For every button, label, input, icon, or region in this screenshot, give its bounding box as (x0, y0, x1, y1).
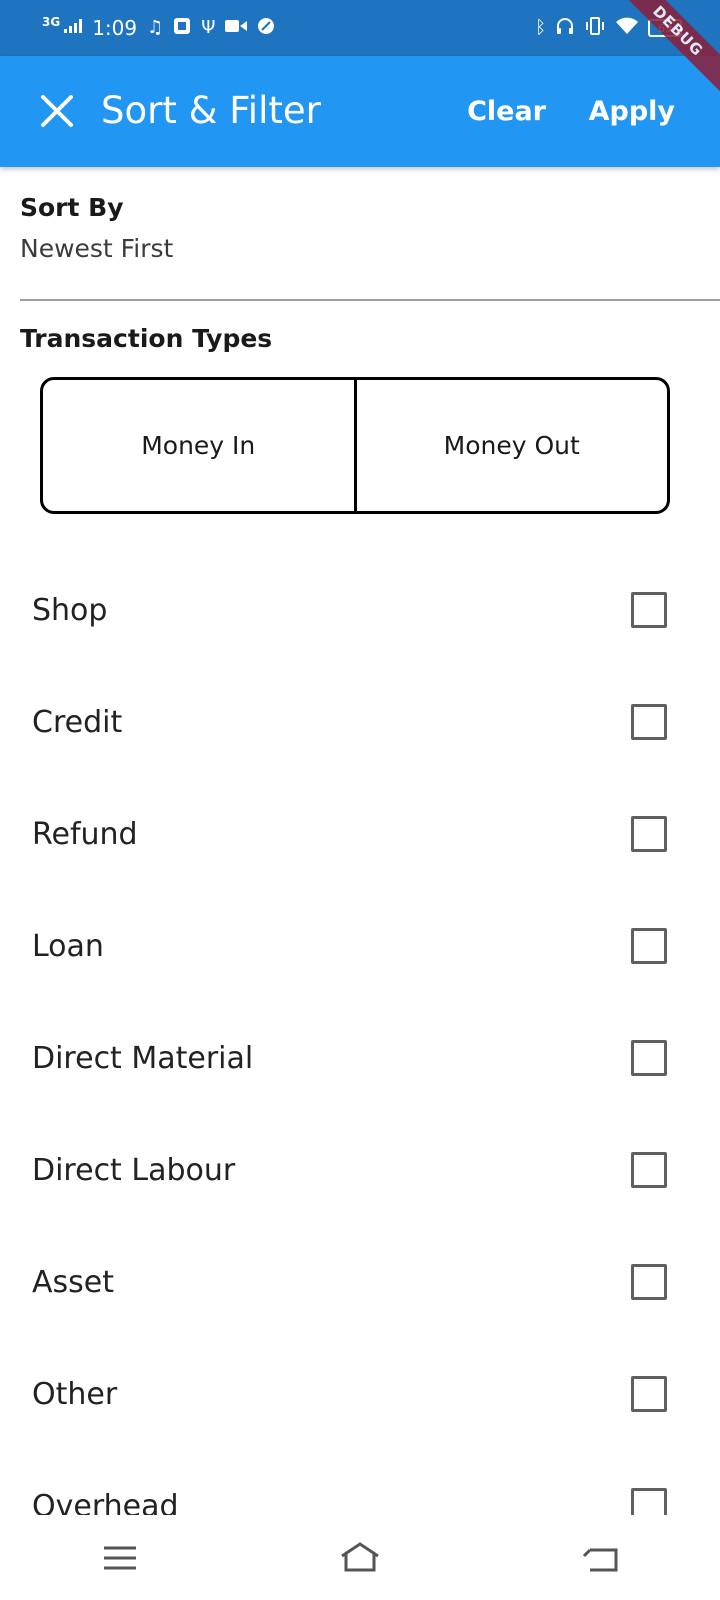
category-label: Credit (32, 705, 123, 740)
category-label: Other (32, 1377, 118, 1412)
status-left: 3G 1:09 ♫ Ψ (42, 15, 275, 40)
leaf-icon (257, 17, 275, 39)
headphones-icon (556, 17, 574, 39)
category-label: Shop (32, 593, 108, 628)
category-row-credit[interactable]: Credit (0, 667, 720, 779)
category-label: Asset (32, 1265, 115, 1300)
money-out-toggle[interactable]: Money Out (353, 380, 668, 511)
money-in-toggle[interactable]: Money In (43, 380, 354, 511)
category-row-other[interactable]: Other (0, 1339, 720, 1451)
home-icon[interactable] (336, 1538, 384, 1578)
category-label: Refund (32, 817, 138, 852)
category-row-overhead[interactable]: Overhead (0, 1451, 720, 1515)
wifi-icon (616, 17, 638, 39)
category-row-refund[interactable]: Refund (0, 779, 720, 891)
signal-icon (64, 19, 83, 37)
sort-by-label: Sort By (20, 193, 124, 222)
category-list[interactable]: Shop Credit Refund Loan Direct Material … (0, 555, 720, 1515)
category-checkbox[interactable] (631, 1264, 667, 1300)
menu-icon[interactable] (96, 1538, 144, 1578)
category-label: Direct Labour (32, 1153, 236, 1188)
category-checkbox[interactable] (631, 592, 667, 628)
category-checkbox[interactable] (631, 1040, 667, 1076)
vibrate-icon (584, 17, 606, 39)
page-title: Sort & Filter (101, 89, 321, 132)
category-label: Direct Material (32, 1041, 254, 1076)
back-icon[interactable] (576, 1538, 624, 1578)
category-row-loan[interactable]: Loan (0, 891, 720, 1003)
category-checkbox[interactable] (631, 704, 667, 740)
category-checkbox[interactable] (631, 1152, 667, 1188)
close-icon[interactable] (38, 92, 76, 130)
transaction-types-label: Transaction Types (20, 324, 273, 353)
category-row-shop[interactable]: Shop (0, 555, 720, 667)
status-bar: 3G 1:09 ♫ Ψ ᛒ 69 (0, 0, 720, 56)
bluetooth-icon: ᛒ (535, 17, 546, 38)
transaction-type-toggle: Money In Money Out (40, 377, 670, 514)
navigation-bar (0, 1515, 720, 1600)
clear-button[interactable]: Clear (467, 92, 546, 132)
sort-by-value[interactable]: Newest First (20, 228, 720, 270)
category-row-asset[interactable]: Asset (0, 1227, 720, 1339)
network-type: 3G (42, 15, 61, 29)
apply-button[interactable]: Apply (589, 92, 675, 132)
category-label: Overhead (32, 1489, 179, 1515)
category-checkbox[interactable] (631, 1376, 667, 1412)
app-bar: Sort & Filter Clear Apply (0, 56, 720, 167)
category-row-direct-material[interactable]: Direct Material (0, 1003, 720, 1115)
category-label: Loan (32, 929, 104, 964)
category-checkbox[interactable] (631, 928, 667, 964)
sort-by-section[interactable]: Sort By Newest First (20, 188, 720, 270)
usb-icon: Ψ (201, 17, 216, 38)
category-row-direct-labour[interactable]: Direct Labour (0, 1115, 720, 1227)
music-note-icon: ♫ (147, 17, 164, 38)
status-time: 1:09 (92, 16, 138, 40)
notification-icon (173, 17, 191, 39)
category-checkbox[interactable] (631, 816, 667, 852)
divider (20, 299, 720, 301)
video-icon (225, 19, 248, 37)
category-checkbox[interactable] (631, 1488, 667, 1515)
